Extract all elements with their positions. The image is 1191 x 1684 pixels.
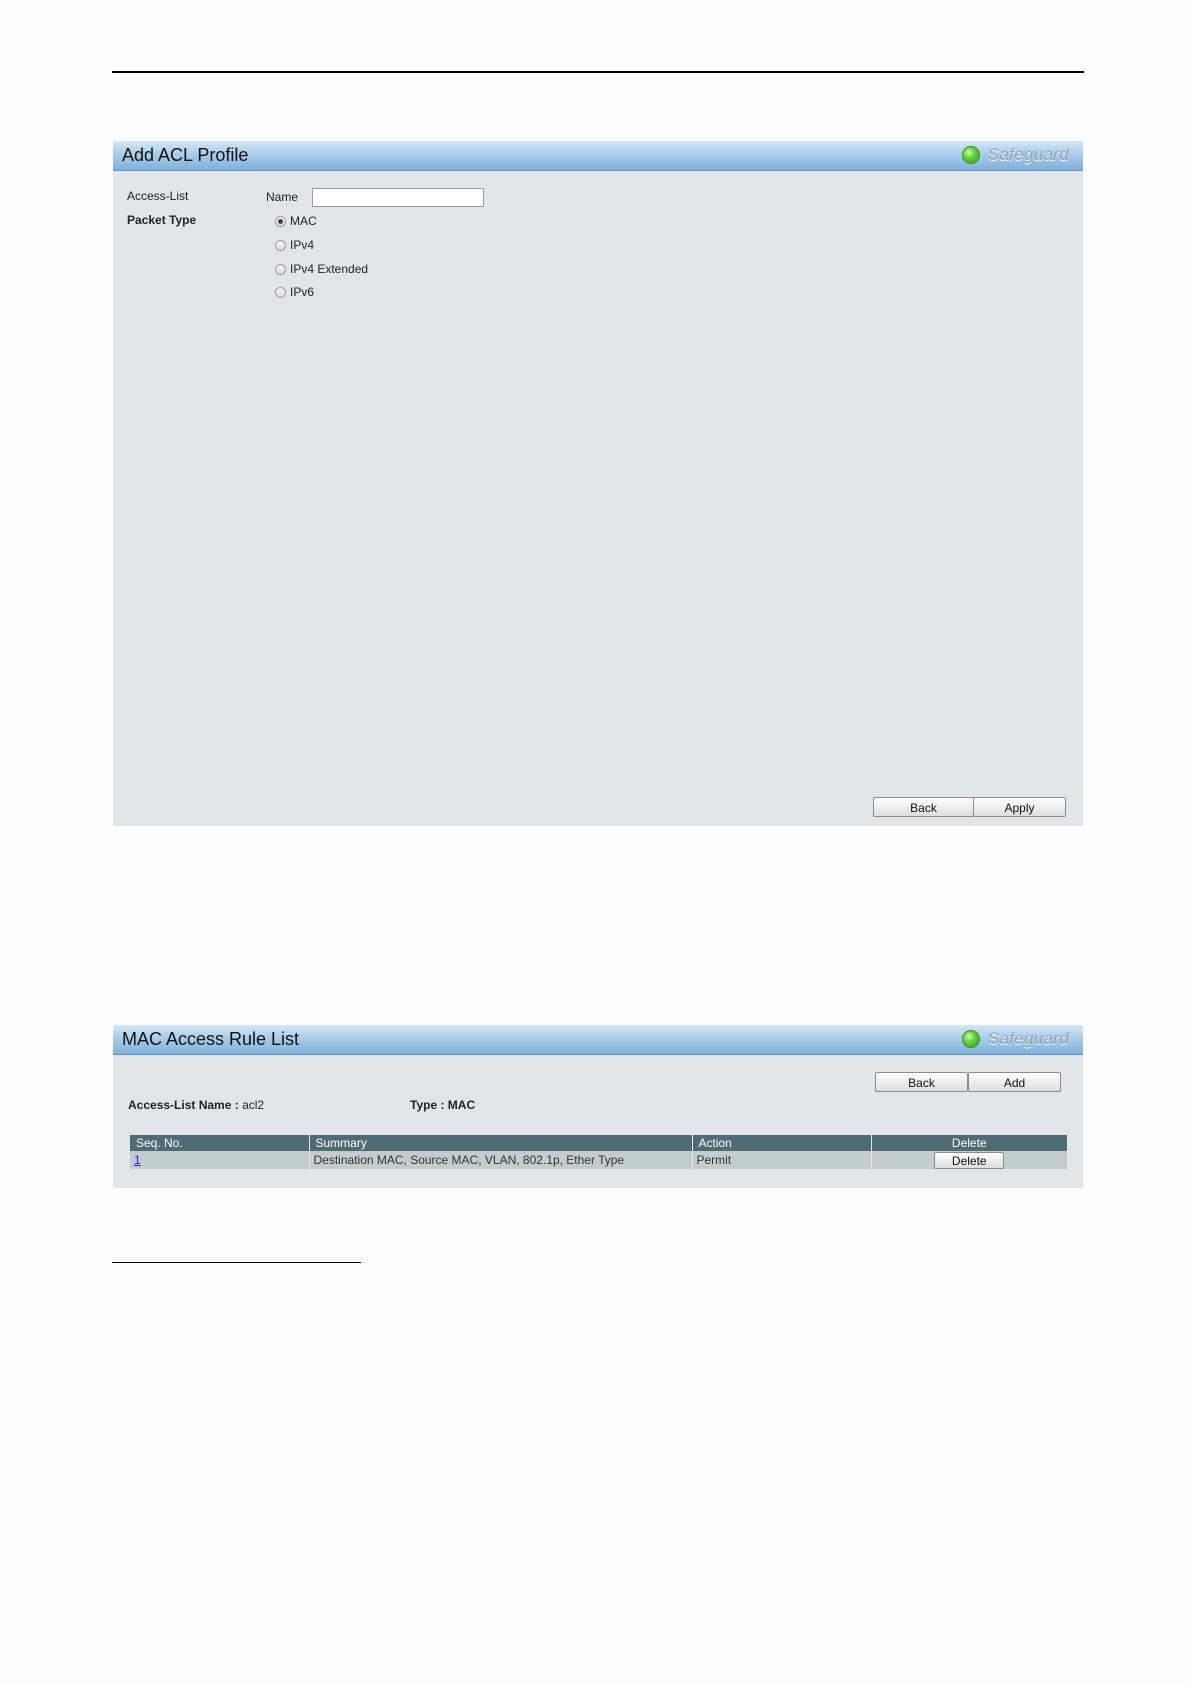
seq-cell: 1	[130, 1151, 310, 1169]
access-list-name: Access-List Name : acl2	[128, 1098, 264, 1112]
panel-title: MAC Access Rule List	[122, 1029, 300, 1049]
safeguard-indicator: Safeguard	[961, 1029, 1069, 1049]
packet-type-option-mac[interactable]: MAC	[275, 214, 317, 228]
page-top-rule	[112, 71, 1084, 73]
add-acl-profile-panel: Add ACL Profile Safeguard Access-List Na…	[113, 141, 1083, 826]
packet-type-option-ipv4-extended[interactable]: IPv4 Extended	[275, 262, 368, 276]
packet-type-option-label: IPv4	[290, 238, 315, 252]
access-list-name-value: acl2	[242, 1098, 265, 1112]
panel-title: Add ACL Profile	[122, 145, 249, 165]
column-header-seq: Seq. No.	[130, 1135, 310, 1151]
radio-ipv6[interactable]	[275, 286, 286, 298]
packet-type-option-label: IPv4 Extended	[290, 262, 369, 276]
panel-header: MAC Access Rule List Safeguard	[113, 1025, 1083, 1055]
table-header-row: Seq. No. Summary Action Delete	[130, 1135, 1067, 1151]
column-header-delete: Delete	[871, 1135, 1067, 1151]
mac-access-rule-list-panel: MAC Access Rule List Safeguard Back Add …	[113, 1025, 1083, 1188]
packet-type-option-ipv4[interactable]: IPv4	[275, 238, 314, 252]
access-list-name-label: Access-List Name :	[128, 1098, 239, 1112]
add-button[interactable]: Add	[968, 1072, 1061, 1092]
column-header-action: Action	[692, 1135, 872, 1151]
name-label: Name	[266, 190, 299, 204]
delete-cell: Delete	[871, 1151, 1067, 1169]
rule-table: Seq. No. Summary Action Delete 1 Destina…	[130, 1135, 1067, 1169]
access-list-label: Access-List	[127, 189, 189, 203]
safeguard-status-icon	[961, 146, 980, 164]
type-label: Type : MAC	[410, 1098, 476, 1112]
safeguard-status-icon	[961, 1030, 980, 1048]
panel-header: Add ACL Profile Safeguard	[113, 141, 1083, 171]
radio-mac[interactable]	[275, 215, 286, 227]
back-button[interactable]: Back	[875, 1072, 968, 1092]
apply-button[interactable]: Apply	[973, 797, 1066, 817]
safeguard-label: Safeguard	[987, 1029, 1069, 1048]
seq-link[interactable]: 1	[134, 1153, 141, 1167]
action-cell: Permit	[692, 1151, 872, 1169]
packet-type-option-label: MAC	[290, 214, 317, 228]
back-button[interactable]: Back	[873, 797, 974, 817]
safeguard-indicator: Safeguard	[961, 145, 1069, 165]
radio-ipv4[interactable]	[275, 239, 286, 251]
packet-type-option-label: IPv6	[290, 285, 315, 299]
summary-cell: Destination MAC, Source MAC, VLAN, 802.1…	[309, 1151, 693, 1169]
name-input[interactable]	[312, 188, 484, 207]
radio-ipv4-extended[interactable]	[275, 263, 286, 275]
delete-button[interactable]: Delete	[934, 1151, 1005, 1169]
safeguard-label: Safeguard	[987, 145, 1069, 164]
column-header-summary: Summary	[309, 1135, 693, 1151]
footnote-rule	[112, 1262, 361, 1263]
packet-type-label: Packet Type	[127, 213, 197, 227]
table-row: 1 Destination MAC, Source MAC, VLAN, 802…	[130, 1151, 1067, 1169]
packet-type-option-ipv6[interactable]: IPv6	[275, 285, 314, 299]
